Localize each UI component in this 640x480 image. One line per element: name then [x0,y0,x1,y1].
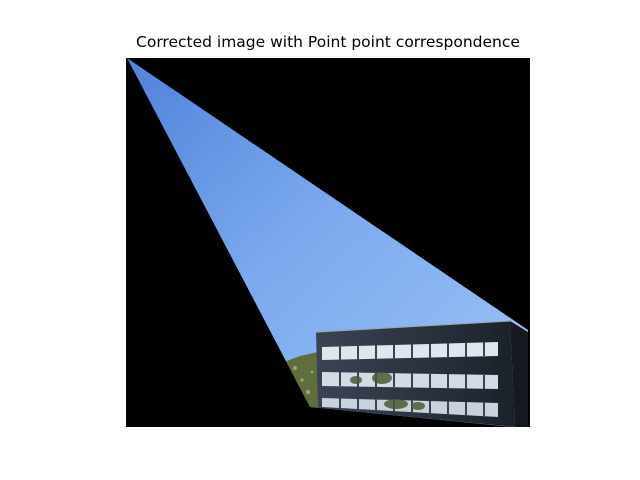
corrected-image-plot [126,58,530,427]
